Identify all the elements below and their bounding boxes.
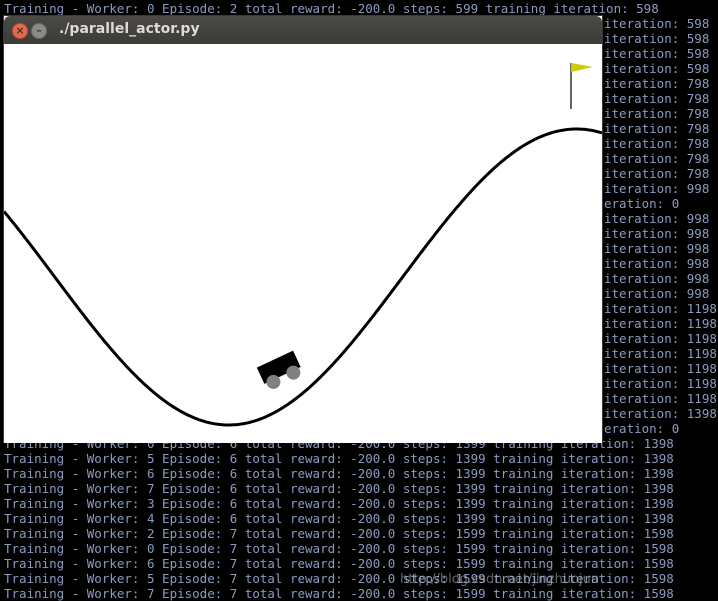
terminal-line: iteration: 598: [604, 61, 710, 76]
terminal-line: Training - Worker: 7 Episode: 7 total re…: [4, 586, 674, 601]
watermark: http://blog.csdn.net/jinzhuojun: [400, 572, 600, 587]
terminal-line: Training - Worker: 4 Episode: 6 total re…: [4, 511, 674, 526]
terminal-line: Training - Worker: 0 Episode: 2 total re…: [4, 1, 659, 16]
terminal-line: iteration: 798: [604, 91, 710, 106]
terminal-line: iteration: 998: [604, 286, 710, 301]
terminal-line: iteration: 598: [604, 31, 710, 46]
terminal-line: iteration: 798: [604, 166, 710, 181]
environment-canvas: [4, 44, 602, 443]
terminal-line: iteration: 1198: [604, 391, 717, 406]
terminal-line: Training - Worker: 0 Episode: 7 total re…: [4, 541, 674, 556]
terminal-line: iteration: 998: [604, 241, 710, 256]
terminal-line: Training - Worker: 6 Episode: 6 total re…: [4, 466, 674, 481]
terminal-line: iteration: 998: [604, 211, 710, 226]
terminal-line: iteration: 1198: [604, 331, 717, 346]
terminal-line: iteration: 1198: [604, 376, 717, 391]
close-button[interactable]: ×: [12, 23, 28, 39]
terminal-line: iteration: 1198: [604, 361, 717, 376]
mountain-curve: [4, 127, 602, 427]
terminal-line: Training - Worker: 5 Episode: 6 total re…: [4, 451, 674, 466]
terminal-line: iteration: 798: [604, 106, 710, 121]
terminal-line: Training - Worker: 3 Episode: 6 total re…: [4, 496, 674, 511]
terminal-line: Training - Worker: 2 Episode: 7 total re…: [4, 526, 674, 541]
terminal-line: iteration: 1198: [604, 316, 717, 331]
terminal-line: iteration: 798: [604, 76, 710, 91]
goal-flag-icon: [571, 63, 593, 72]
terminal-line: iteration: 598: [604, 16, 710, 31]
terminal-line: iteration: 998: [604, 256, 710, 271]
terminal-line: iteration: 598: [604, 46, 710, 61]
terminal-line: eration: 0: [604, 196, 680, 211]
terminal-line: Training - Worker: 7 Episode: 6 total re…: [4, 481, 674, 496]
car-icon: [256, 350, 301, 389]
terminal-line: iteration: 798: [604, 136, 710, 151]
terminal-line: Training - Worker: 6 Episode: 7 total re…: [4, 556, 674, 571]
terminal-line: eration: 0: [604, 421, 680, 436]
window-title: ./parallel_actor.py: [59, 21, 200, 37]
minimize-button[interactable]: –: [31, 23, 47, 39]
terminal-line: iteration: 998: [604, 181, 710, 196]
app-window: × – ./parallel_actor.py: [3, 15, 603, 443]
terminal-line: iteration: 998: [604, 271, 710, 286]
window-titlebar[interactable]: × – ./parallel_actor.py: [4, 16, 602, 44]
terminal-line: iteration: 1198: [604, 346, 717, 361]
terminal-line: iteration: 798: [604, 121, 710, 136]
terminal-line: iteration: 798: [604, 151, 710, 166]
terminal-line: iteration: 1198: [604, 301, 717, 316]
terminal-line: iteration: 1398: [604, 406, 717, 421]
terminal-line: iteration: 998: [604, 226, 710, 241]
